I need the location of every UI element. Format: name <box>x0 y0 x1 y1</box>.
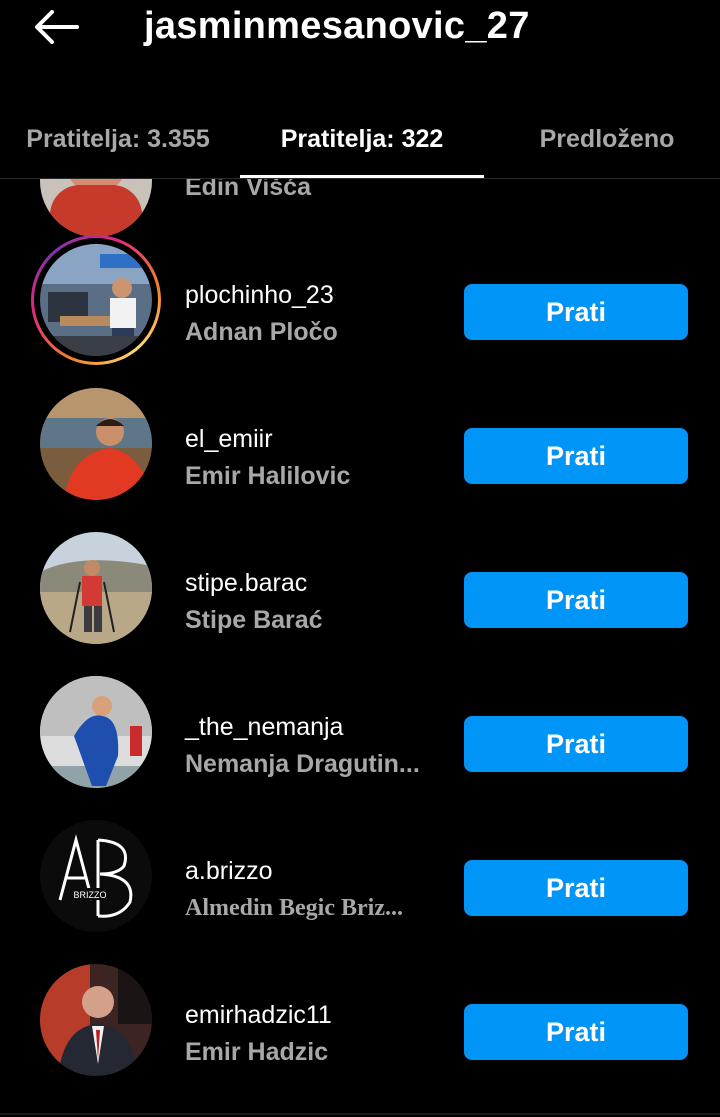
full-name: Adnan Pločo <box>185 318 338 346</box>
active-tab-indicator <box>240 175 484 178</box>
list-item[interactable]: el_emiir Emir Halilovic Prati <box>0 372 720 516</box>
username[interactable]: el_emiir <box>185 425 273 454</box>
back-button[interactable] <box>28 2 84 52</box>
full-name: Emir Halilovic <box>185 462 351 490</box>
full-name: Nemanja Dragutin... <box>185 750 420 778</box>
follow-button[interactable]: Prati <box>464 572 688 628</box>
tab-followers[interactable]: Pratitelja: 3.355 <box>0 100 236 178</box>
full-name: Edin Višća <box>185 179 311 201</box>
follow-button[interactable]: Prati <box>464 428 688 484</box>
avatar[interactable] <box>40 388 152 500</box>
follow-button[interactable]: Prati <box>464 860 688 916</box>
avatar[interactable] <box>40 676 152 788</box>
follow-button[interactable]: Prati <box>464 1004 688 1060</box>
username[interactable]: _the_nemanja <box>185 713 343 742</box>
tab-bar: Pratitelja: 3.355 Pratitelja: 322 Predlo… <box>0 100 720 179</box>
follow-button[interactable]: Prati <box>464 284 688 340</box>
page-title: jasminmesanovic_27 <box>144 5 530 47</box>
list-item[interactable]: stipe.barac Stipe Barać Prati <box>0 516 720 660</box>
list-item[interactable]: plochinho_23 Adnan Pločo Prati <box>0 228 720 372</box>
username[interactable]: plochinho_23 <box>185 281 334 310</box>
avatar[interactable] <box>40 532 152 644</box>
full-name: Almedin Begic Briz... <box>185 895 403 921</box>
username[interactable]: stipe.barac <box>185 569 307 598</box>
tab-suggested[interactable]: Predloženo <box>490 100 720 178</box>
followers-screen: jasminmesanovic_27 Pratitelja: 3.355 Pra… <box>0 0 720 1117</box>
follow-button[interactable]: Prati <box>464 716 688 772</box>
top-app-bar: jasminmesanovic_27 <box>0 0 720 100</box>
svg-text:BRIZZO: BRIZZO <box>74 890 107 900</box>
avatar[interactable] <box>40 244 152 356</box>
full-name: Emir Hadzic <box>185 1038 329 1066</box>
full-name: Stipe Barać <box>185 606 323 634</box>
username[interactable]: a.brizzo <box>185 857 273 886</box>
list-item[interactable]: emirhadzic11 Emir Hadzic Prati <box>0 948 720 1092</box>
list-item[interactable]: BRIZZO a.brizzo Almedin Begic Briz... Pr… <box>0 804 720 948</box>
username[interactable]: emirhadzic11 <box>185 1001 332 1030</box>
list-item[interactable]: _the_nemanja Nemanja Dragutin... Prati <box>0 660 720 804</box>
avatar[interactable] <box>40 964 152 1076</box>
bottom-divider <box>0 1113 720 1115</box>
following-list[interactable]: Edin Višća plochinho_23 Adnan Pločo Prat… <box>0 179 720 1117</box>
ab-logo-avatar[interactable]: BRIZZO <box>40 820 152 932</box>
arrow-left-icon <box>35 10 79 44</box>
tab-following[interactable]: Pratitelja: 322 <box>240 100 484 178</box>
